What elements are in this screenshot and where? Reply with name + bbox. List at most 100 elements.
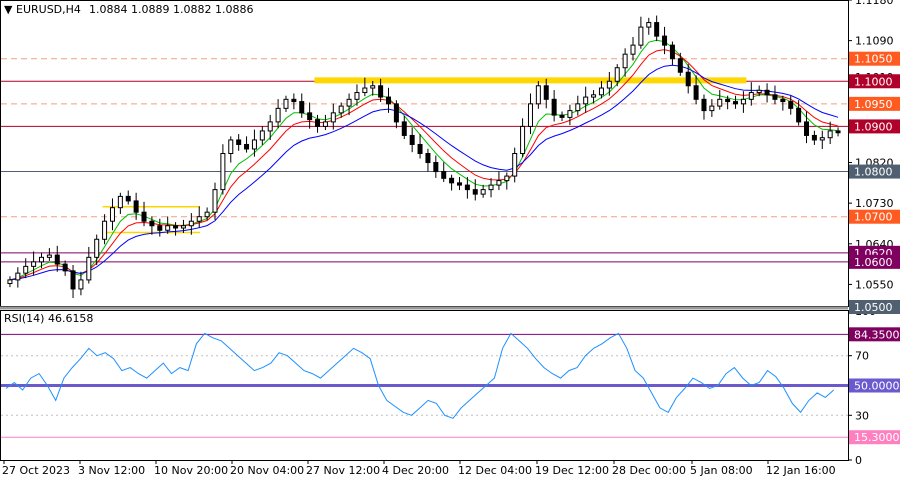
candle-body: [259, 130, 265, 141]
candle-body: [598, 87, 604, 96]
candle-body: [46, 254, 52, 258]
price-pane-frame: [0, 0, 849, 307]
candle-body: [740, 98, 746, 105]
price-tick-label: 1.0730: [855, 197, 894, 210]
candle-body: [520, 125, 526, 155]
candle-body: [827, 130, 833, 139]
moving-averages-layer: [9, 39, 839, 281]
level-box-label: 1.0800: [854, 166, 893, 179]
level-box-label: 1.0900: [854, 120, 893, 133]
candle-body: [251, 139, 257, 150]
candle-body: [685, 71, 691, 87]
candle-body: [94, 238, 100, 258]
candle-body: [7, 279, 13, 285]
candle-body: [646, 22, 652, 28]
level-box-label: 1.0950: [854, 98, 893, 111]
price-tick-label: 1.1090: [855, 35, 894, 48]
candle-body: [267, 121, 273, 132]
candle-body: [835, 130, 841, 134]
ma-fast-line: [9, 39, 839, 281]
candle-body: [228, 139, 234, 155]
candle-body: [31, 261, 37, 267]
candle-body: [701, 98, 707, 112]
candle-body: [165, 225, 171, 231]
candle-body: [173, 225, 179, 229]
axis-labels-layer: 1.11801.10901.10101.08201.07301.06401.05…: [2, 0, 894, 477]
ma-slow-line: [9, 64, 839, 281]
ma-mid-line: [9, 49, 839, 281]
candle-body: [543, 85, 549, 100]
time-tick-label: 27 Oct 2023: [2, 464, 70, 477]
candle-body: [559, 114, 565, 118]
level-box-label: 1.0500: [854, 301, 893, 314]
level-box-label: 1.0700: [854, 211, 893, 224]
candle-body: [15, 272, 21, 281]
candle-body: [86, 256, 92, 281]
candle-body: [606, 80, 612, 89]
candle-body: [307, 112, 313, 121]
candle-body: [551, 98, 557, 116]
rsi-layer: [1, 332, 848, 438]
candle-body: [780, 98, 786, 103]
candle-body: [54, 254, 60, 265]
candle-body: [811, 134, 817, 141]
candle-body: [693, 85, 699, 100]
rsi-level-box-label: 84.3500: [854, 328, 900, 341]
candle-body: [819, 137, 825, 141]
time-tick-label: 4 Dec 20:00: [382, 464, 449, 477]
candle-body: [362, 87, 368, 94]
candle-body: [378, 85, 384, 98]
candle-body: [283, 98, 289, 109]
candle-body: [425, 153, 431, 164]
candle-body: [677, 58, 683, 73]
candle-body: [70, 270, 76, 290]
rsi-tick-label: 30: [855, 409, 869, 422]
candle-body: [393, 103, 399, 123]
chart-frame-layer: [0, 0, 849, 461]
candle-body: [133, 200, 139, 213]
candle-body: [748, 92, 754, 100]
candle-body: [78, 279, 84, 290]
rsi-line: [5, 332, 835, 419]
candle-body: [401, 121, 407, 136]
rsi-tick-label: 0: [855, 454, 862, 467]
dropdown-arrow-icon[interactable]: ▼: [4, 3, 13, 16]
candle-body: [338, 105, 344, 114]
rsi-level-box-label: 15.3000: [854, 431, 900, 444]
level-box-label: 1.1050: [854, 53, 893, 66]
symbol-label: EURUSD,H4: [16, 3, 81, 16]
candle-body: [315, 119, 321, 127]
price-tick-label: 1.0550: [855, 278, 894, 291]
level-box-label: 1.0600: [854, 256, 893, 269]
candle-body: [157, 225, 163, 231]
candle-body: [504, 175, 510, 182]
candle-body: [204, 211, 210, 218]
chart-canvas[interactable]: 1.11801.10901.10101.08201.07301.06401.05…: [0, 0, 900, 480]
candle-body: [102, 220, 108, 240]
candle-body: [370, 85, 376, 89]
candle-body: [725, 98, 731, 103]
ohlc-readout: 1.0884 1.0889 1.0882 1.0886: [89, 3, 253, 16]
time-tick-label: 5 Jan 08:00: [690, 464, 753, 477]
time-tick-label: 19 Dec 12:00: [535, 464, 609, 477]
candle-body: [275, 107, 281, 123]
candle-body: [441, 171, 447, 179]
level-price-boxes-layer: 1.1050 1.1000 1.0950 1.0900 1.0800 1.0700 1.06…: [849, 51, 900, 445]
candle-body: [220, 153, 226, 191]
candle-body: [583, 96, 589, 105]
time-tick-label: 3 Nov 12:00: [78, 464, 145, 477]
chart-container[interactable]: 1.11801.10901.10101.08201.07301.06401.05…: [0, 0, 900, 480]
candle-body: [527, 103, 533, 127]
candle-body: [180, 225, 186, 229]
candle-body: [291, 98, 297, 103]
level-box-label: 1.1000: [854, 75, 893, 88]
candle-body: [614, 67, 620, 82]
candle-body: [662, 35, 668, 46]
candle-body: [654, 22, 660, 37]
time-tick-label: 12 Dec 04:00: [458, 464, 532, 477]
candle-body: [354, 92, 360, 100]
time-tick-label: 10 Nov 20:00: [154, 464, 228, 477]
candle-body: [796, 107, 802, 123]
candle-body: [630, 44, 636, 55]
candle-body: [804, 121, 810, 136]
